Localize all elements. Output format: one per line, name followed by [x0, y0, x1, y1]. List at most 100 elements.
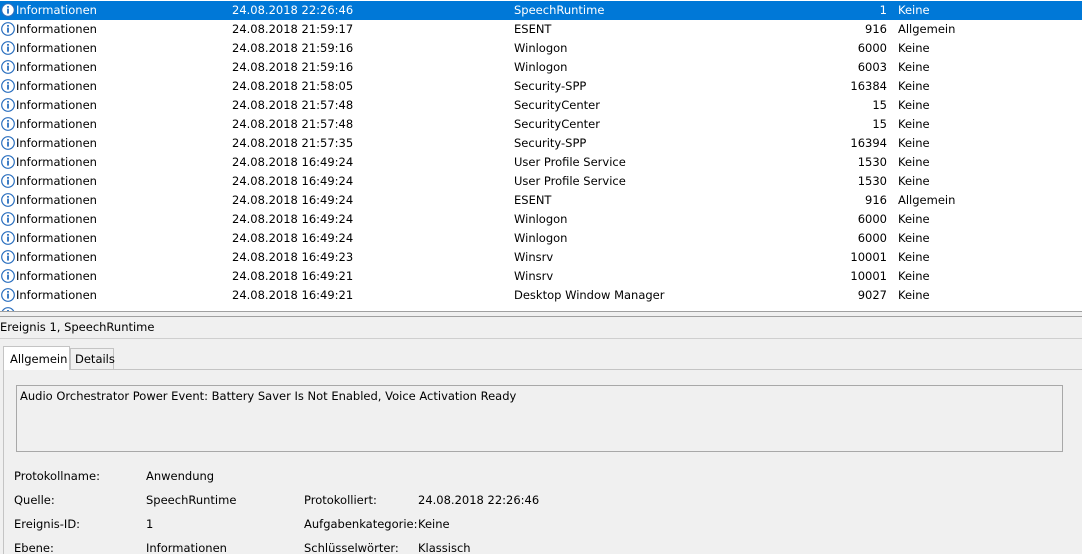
event-source: ESENT [514, 193, 552, 207]
event-date: 24.08.2018 16:49:23 [232, 250, 354, 264]
event-row[interactable]: Informationen 24.08.2018 21:58:05 Security… [0, 77, 1082, 96]
event-level: Informationen [16, 117, 97, 131]
info-icon [1, 174, 15, 188]
log-name-value: Anwendung [146, 469, 215, 483]
logged-label: Protokolliert: [304, 493, 377, 507]
event-date: 24.08.2018 16:49:24 [232, 212, 354, 226]
event-level: Informationen [16, 60, 97, 74]
event-id: 1530 [857, 174, 887, 188]
event-row[interactable]: Informationen 24.08.2018 21:59:16 Winlogon… [0, 39, 1082, 58]
event-id: 916 [865, 22, 887, 36]
logged-value: 24.08.2018 22:26:46 [418, 493, 540, 507]
event-task: Keine [898, 117, 930, 131]
event-id: 6000 [857, 212, 887, 226]
info-icon [1, 41, 15, 55]
event-level: Informationen [16, 136, 97, 150]
event-task: Keine [898, 136, 930, 150]
event-row[interactable]: Informationen 24.08.2018 16:49:24 Winlogon… [0, 229, 1082, 248]
event-source: Security-SPP [514, 136, 587, 150]
event-id: 6000 [857, 231, 887, 245]
event-date: 24.08.2018 22:26:46 [232, 3, 354, 17]
event-row[interactable]: Informationen 24.08.2018 21:57:48 Security… [0, 96, 1082, 115]
event-level: Informationen [16, 174, 97, 188]
event-task: Keine [898, 60, 930, 74]
event-level: Informationen [16, 250, 97, 264]
info-icon [1, 288, 15, 302]
event-level: Informationen [16, 288, 97, 302]
info-icon [1, 250, 15, 264]
event-level: Informationen [16, 98, 97, 112]
event-row[interactable]: Informationen 24.08.2018 21:57:48 Security… [0, 115, 1082, 134]
tab-general[interactable]: Allgemein [3, 346, 70, 370]
event-task: Keine [898, 41, 930, 55]
event-task: Keine [898, 288, 930, 302]
event-id: 1530 [857, 155, 887, 169]
event-id: 916 [865, 193, 887, 207]
event-row[interactable]: Informationen 24.08.2018 16:49:24 User Pro… [0, 153, 1082, 172]
event-date: 24.08.2018 21:59:17 [232, 22, 354, 36]
info-icon [1, 155, 15, 169]
info-icon [1, 269, 15, 283]
source-value: SpeechRuntime [146, 493, 237, 507]
info-icon [1, 79, 15, 93]
info-icon [1, 212, 15, 226]
info-icon [1, 231, 15, 245]
event-level: Informationen [16, 79, 97, 93]
event-row[interactable]: Informationen 24.08.2018 21:59:16 Winlogon… [0, 58, 1082, 77]
source-label: Quelle: [14, 493, 55, 507]
event-date: 24.08.2018 16:49:24 [232, 193, 354, 207]
event-source: Security-SPP [514, 79, 587, 93]
event-source: User Profile Service [514, 174, 626, 188]
event-date: 24.08.2018 21:57:35 [232, 136, 354, 150]
info-icon [1, 22, 15, 36]
event-source: SpeechRuntime [514, 3, 605, 17]
event-id: 1 [879, 3, 887, 17]
event-source: SecurityCenter [514, 98, 600, 112]
event-id: 15 [872, 98, 887, 112]
event-date: 24.08.2018 16:49:21 [232, 269, 354, 283]
tab-details[interactable]: Details [70, 348, 115, 369]
event-level: Informationen [16, 193, 97, 207]
event-date: 24.08.2018 21:59:16 [232, 60, 354, 74]
event-id: 9027 [857, 288, 887, 302]
event-id: 6003 [857, 60, 887, 74]
event-row[interactable]: Informationen 24.08.2018 16:49:24 Winlogon… [0, 210, 1082, 229]
event-id: 15 [872, 117, 887, 131]
event-source: Winlogon [514, 41, 568, 55]
event-row[interactable]: Informationen 24.08.2018 16:49:21 Winsrv 10… [0, 267, 1082, 286]
event-id: 16394 [850, 136, 887, 150]
info-icon [1, 98, 15, 112]
event-task: Keine [898, 3, 930, 17]
event-row[interactable]: Informationen 24.08.2018 21:59:17 ESENT 916… [0, 20, 1082, 39]
event-task: Keine [898, 269, 930, 283]
event-level: Informationen [16, 22, 97, 36]
event-date: 24.08.2018 21:58:05 [232, 79, 354, 93]
event-source: SecurityCenter [514, 117, 600, 131]
event-level: Informationen [16, 41, 97, 55]
event-date: 24.08.2018 16:49:21 [232, 288, 354, 302]
event-task: Keine [898, 155, 930, 169]
event-task: Allgemein [898, 193, 956, 207]
event-message[interactable]: Audio Orchestrator Power Event: Battery … [16, 385, 1063, 452]
event-level: Informationen [16, 212, 97, 226]
event-row[interactable]: Informationen 24.08.2018 16:49:21 Desktop … [0, 286, 1082, 305]
info-icon [1, 117, 15, 131]
event-row[interactable]: Informationen 24.08.2018 21:57:35 Security… [0, 134, 1082, 153]
event-row[interactable]: Informationen 24.08.2018 22:26:46 SpeechRu… [0, 1, 1082, 20]
event-id-label: Ereignis-ID: [14, 517, 81, 531]
event-detail-pane: Ereignis 1, SpeechRuntime Allgemein Deta… [0, 317, 1082, 555]
info-icon [1, 60, 15, 74]
task-category-value: Keine [418, 517, 450, 531]
event-list[interactable]: Informationen 24.08.2018 22:26:46 SpeechRu… [0, 0, 1082, 311]
event-level: Informationen [16, 269, 97, 283]
event-row[interactable]: Informationen 24.08.2018 16:49:23 Winsrv 10… [0, 248, 1082, 267]
event-date: 24.08.2018 21:59:16 [232, 41, 354, 55]
event-id: 6000 [857, 41, 887, 55]
event-row[interactable]: Informationen 24.08.2018 16:49:24 ESENT 916… [0, 191, 1082, 210]
event-source: ESENT [514, 22, 552, 36]
event-source: Winlogon [514, 231, 568, 245]
event-row[interactable]: Informationen 24.08.2018 16:49:24 User Pro… [0, 172, 1082, 191]
event-task: Keine [898, 231, 930, 245]
event-source: Desktop Window Manager [514, 288, 665, 302]
info-icon [1, 136, 15, 150]
